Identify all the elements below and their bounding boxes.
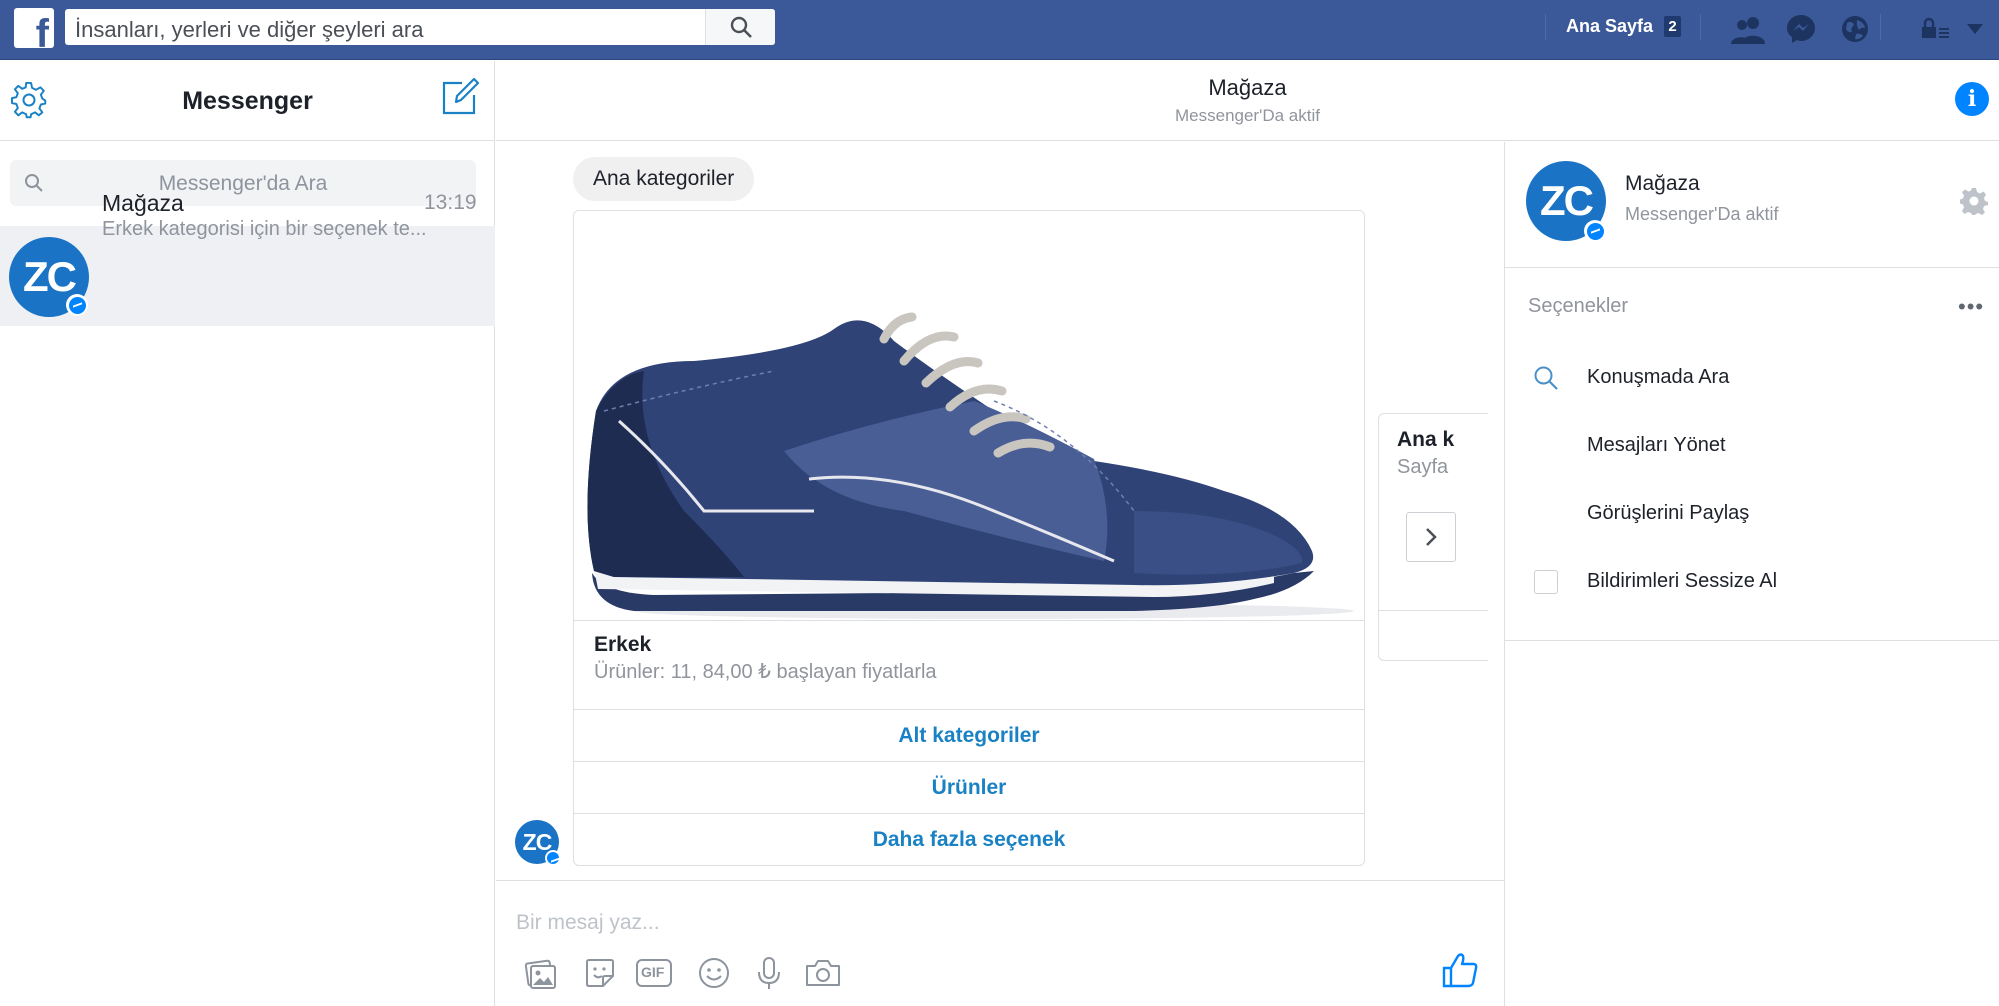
conversation-name: Mağaza — [102, 190, 184, 216]
messenger-badge-icon — [1584, 220, 1606, 242]
messenger-badge-icon — [66, 294, 88, 316]
contact-name: Mağaza — [1625, 172, 1700, 195]
image-icon[interactable] — [520, 953, 560, 993]
mute-notifications-option[interactable]: Bildirimleri Sessize Al — [1587, 570, 1777, 593]
globe-icon[interactable] — [1838, 12, 1872, 46]
camera-icon[interactable] — [803, 953, 843, 993]
manage-messages-option[interactable]: Mesajları Yönet — [1587, 434, 1726, 457]
panel-divider — [1505, 640, 1999, 641]
microphone-icon[interactable] — [749, 953, 789, 993]
global-search-placeholder: İnsanları, yerleri ve diğer şeyleri ara — [75, 17, 424, 42]
message-bubble: Ana kategoriler — [573, 157, 755, 201]
more-options-button[interactable]: Daha fazla seçenek — [574, 813, 1364, 865]
gif-icon[interactable]: GIF — [634, 953, 674, 993]
message-input[interactable]: Bir mesaj yaz... — [516, 911, 660, 935]
products-button[interactable]: Ürünler — [574, 761, 1364, 813]
messenger-title: Messenger — [182, 87, 313, 115]
messenger-search-placeholder: Messenger'da Ara — [158, 172, 328, 195]
product-subtitle: Ürünler: 11, 84,00 ₺ başlayan fiyatlarla — [594, 661, 937, 683]
next-card-subtitle: Sayfa — [1397, 456, 1449, 478]
subcategories-button[interactable]: Alt kategoriler — [574, 709, 1364, 761]
dropdown-icon[interactable] — [1958, 12, 1992, 46]
topbar-divider — [1545, 14, 1546, 40]
give-feedback-option[interactable]: Görüşlerini Paylaş — [1587, 502, 1749, 525]
messenger-badge-icon — [545, 850, 561, 866]
next-card-divider — [1379, 610, 1488, 611]
product-image[interactable] — [574, 211, 1364, 621]
gear-icon[interactable] — [1960, 187, 1988, 215]
next-card-title: Ana k — [1397, 428, 1455, 451]
chat-title: Mağaza — [1208, 75, 1287, 100]
chevron-right-icon — [1426, 528, 1437, 546]
search-in-conversation-option[interactable]: Konuşmada Ara — [1587, 366, 1729, 389]
more-options-icon[interactable]: ••• — [1958, 294, 1984, 320]
friend-requests-icon[interactable] — [1731, 12, 1765, 46]
avatar-initials: ZC — [23, 253, 77, 300]
product-card: Erkek Ürünler: 11, 84,00 ₺ başlayan fiya… — [573, 210, 1365, 866]
chat-status: Messenger'Da aktif — [1175, 106, 1320, 125]
contact-avatar-initials: ZC — [1540, 177, 1594, 224]
info-icon[interactable]: i — [1955, 82, 1989, 116]
topbar-divider — [1700, 14, 1701, 40]
search-icon — [730, 16, 752, 38]
sticker-icon[interactable] — [580, 953, 620, 993]
options-section-title: Seçenekler — [1528, 295, 1629, 317]
product-title: Erkek — [594, 633, 652, 656]
home-link[interactable]: Ana Sayfa — [1566, 16, 1653, 37]
search-button[interactable] — [705, 9, 775, 45]
carousel-next-button[interactable] — [1406, 512, 1456, 562]
chat-header: Mağaza Messenger'Da aktif — [496, 61, 1999, 141]
emoji-icon[interactable] — [694, 953, 734, 993]
conversation-list-header: Messenger — [0, 61, 495, 141]
messenger-search-input[interactable]: Messenger'da Ara — [10, 160, 476, 206]
compose-icon[interactable] — [440, 77, 480, 117]
conversation-snippet: Erkek kategorisi için bir seçenek te... — [102, 218, 427, 240]
mute-notifications-checkbox[interactable] — [1534, 570, 1558, 594]
conversation-list-panel: Messenger Messenger'da Ara — [0, 61, 495, 1006]
global-search-input[interactable]: İnsanları, yerleri ve diğer şeyleri ara — [65, 9, 775, 45]
search-icon — [1534, 366, 1558, 390]
gif-label: GIF — [641, 964, 665, 980]
message-composer: Bir mesaj yaz... GIF — [496, 880, 1504, 1006]
facebook-top-bar: f İnsanları, yerleri ve diğer şeyleri ar… — [0, 0, 1999, 60]
conversation-time: 13:19 — [424, 191, 477, 214]
thumbs-up-icon[interactable] — [1440, 950, 1480, 990]
contact-status: Messenger'Da aktif — [1625, 204, 1779, 224]
facebook-logo-letter: f — [35, 12, 49, 56]
panel-divider — [1505, 267, 1999, 268]
privacy-icon[interactable] — [1918, 12, 1952, 46]
home-notification-badge: 2 — [1664, 16, 1681, 37]
messenger-icon[interactable] — [1784, 12, 1818, 46]
facebook-logo-icon[interactable]: f — [14, 8, 54, 54]
topbar-divider — [1880, 14, 1881, 40]
